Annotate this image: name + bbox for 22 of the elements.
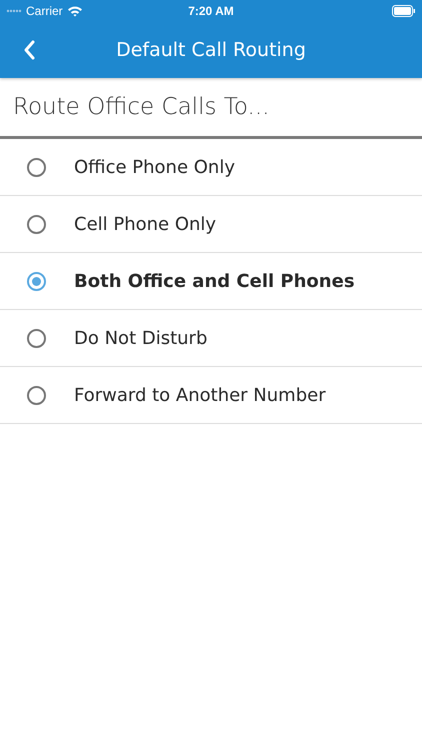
option-label: Both Office and Cell Phones [74,270,355,292]
radio-button[interactable] [27,214,46,234]
option-row[interactable]: Cell Phone Only [0,196,422,253]
option-row[interactable]: Do Not Disturb [0,310,422,367]
option-label: Office Phone Only [74,156,235,178]
option-row[interactable]: Forward to Another Number [0,367,422,424]
carrier-label: Carrier [26,4,63,18]
radio-button[interactable] [27,158,46,176]
option-row[interactable]: Both Office and Cell Phones [0,253,422,310]
radio-button[interactable] [27,328,46,348]
signal-icon [6,9,22,13]
radio-button[interactable] [27,272,46,290]
section-title: Route Office Calls To... [0,78,422,139]
option-label: Cell Phone Only [74,214,216,234]
wifi-icon [66,5,83,17]
screen-title: Default Call Routing [116,39,306,61]
clock-time: 7:20 AM [188,4,234,18]
option-row[interactable]: Office Phone Only [0,139,422,196]
option-label: Forward to Another Number [74,384,326,406]
radio-button[interactable] [27,386,46,404]
battery-icon [392,5,416,17]
option-label: Do Not Disturb [74,328,208,348]
